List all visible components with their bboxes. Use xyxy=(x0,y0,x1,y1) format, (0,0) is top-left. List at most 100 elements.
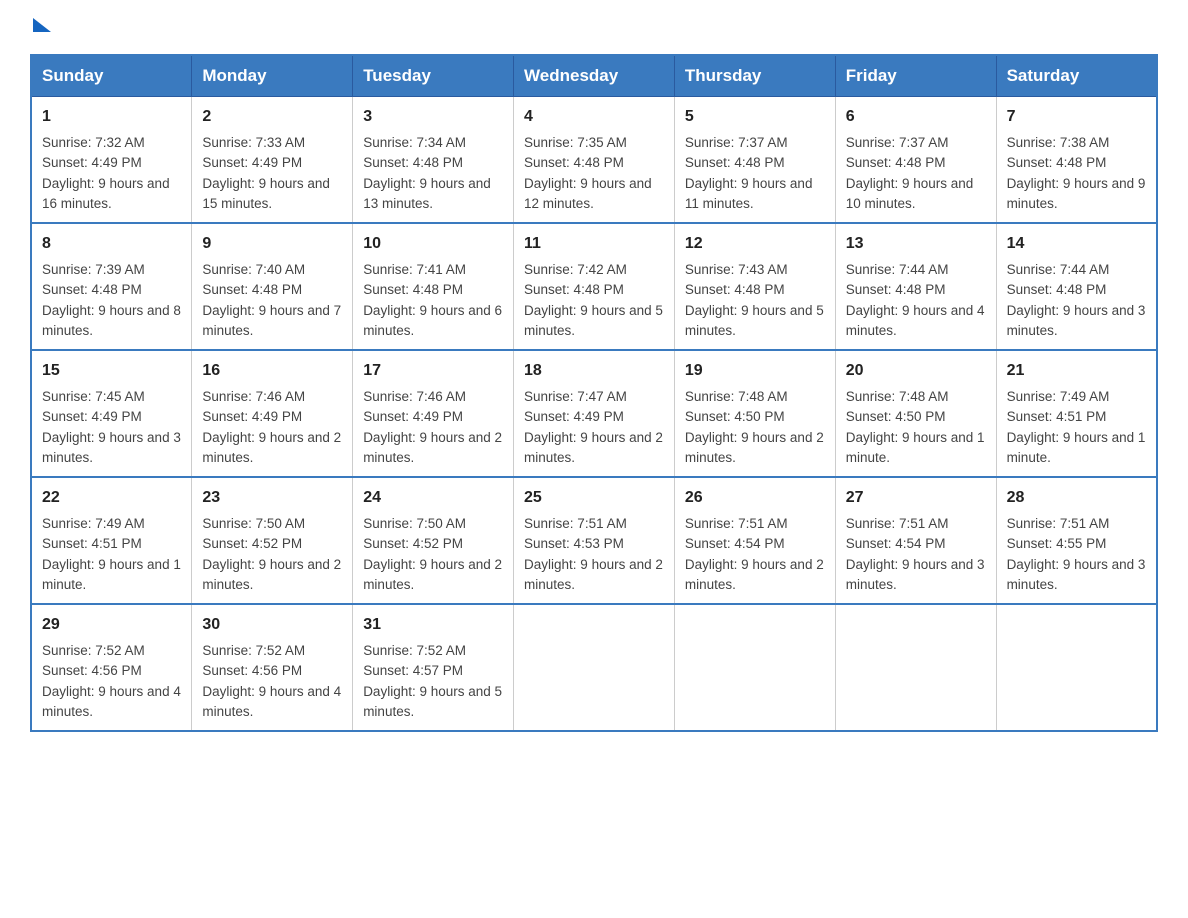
day-number: 24 xyxy=(363,486,503,510)
column-header-wednesday: Wednesday xyxy=(514,55,675,97)
day-info: Sunrise: 7:37 AMSunset: 4:48 PMDaylight:… xyxy=(685,135,813,211)
day-info: Sunrise: 7:52 AMSunset: 4:57 PMDaylight:… xyxy=(363,643,502,719)
day-number: 30 xyxy=(202,613,342,637)
column-header-thursday: Thursday xyxy=(674,55,835,97)
day-info: Sunrise: 7:51 AMSunset: 4:55 PMDaylight:… xyxy=(1007,516,1146,592)
day-number: 1 xyxy=(42,105,181,129)
day-number: 22 xyxy=(42,486,181,510)
day-info: Sunrise: 7:38 AMSunset: 4:48 PMDaylight:… xyxy=(1007,135,1146,211)
day-number: 20 xyxy=(846,359,986,383)
day-number: 15 xyxy=(42,359,181,383)
calendar-cell: 20 Sunrise: 7:48 AMSunset: 4:50 PMDaylig… xyxy=(835,350,996,477)
day-info: Sunrise: 7:33 AMSunset: 4:49 PMDaylight:… xyxy=(202,135,330,211)
calendar-cell: 27 Sunrise: 7:51 AMSunset: 4:54 PMDaylig… xyxy=(835,477,996,604)
day-number: 10 xyxy=(363,232,503,256)
calendar-cell: 6 Sunrise: 7:37 AMSunset: 4:48 PMDayligh… xyxy=(835,97,996,224)
calendar-cell xyxy=(514,604,675,731)
day-number: 6 xyxy=(846,105,986,129)
column-header-monday: Monday xyxy=(192,55,353,97)
day-number: 17 xyxy=(363,359,503,383)
calendar-week-row: 1 Sunrise: 7:32 AMSunset: 4:49 PMDayligh… xyxy=(31,97,1157,224)
column-header-sunday: Sunday xyxy=(31,55,192,97)
day-info: Sunrise: 7:46 AMSunset: 4:49 PMDaylight:… xyxy=(363,389,502,465)
calendar-cell: 8 Sunrise: 7:39 AMSunset: 4:48 PMDayligh… xyxy=(31,223,192,350)
calendar-header-row: SundayMondayTuesdayWednesdayThursdayFrid… xyxy=(31,55,1157,97)
day-info: Sunrise: 7:52 AMSunset: 4:56 PMDaylight:… xyxy=(202,643,341,719)
calendar-cell: 19 Sunrise: 7:48 AMSunset: 4:50 PMDaylig… xyxy=(674,350,835,477)
calendar-cell: 23 Sunrise: 7:50 AMSunset: 4:52 PMDaylig… xyxy=(192,477,353,604)
calendar-cell: 12 Sunrise: 7:43 AMSunset: 4:48 PMDaylig… xyxy=(674,223,835,350)
day-number: 5 xyxy=(685,105,825,129)
calendar-cell: 7 Sunrise: 7:38 AMSunset: 4:48 PMDayligh… xyxy=(996,97,1157,224)
calendar-cell: 5 Sunrise: 7:37 AMSunset: 4:48 PMDayligh… xyxy=(674,97,835,224)
day-number: 13 xyxy=(846,232,986,256)
day-info: Sunrise: 7:47 AMSunset: 4:49 PMDaylight:… xyxy=(524,389,663,465)
day-info: Sunrise: 7:41 AMSunset: 4:48 PMDaylight:… xyxy=(363,262,502,338)
day-info: Sunrise: 7:51 AMSunset: 4:54 PMDaylight:… xyxy=(685,516,824,592)
day-number: 26 xyxy=(685,486,825,510)
page-header xyxy=(30,20,1158,34)
calendar-week-row: 8 Sunrise: 7:39 AMSunset: 4:48 PMDayligh… xyxy=(31,223,1157,350)
logo xyxy=(30,20,51,34)
day-number: 21 xyxy=(1007,359,1146,383)
day-number: 3 xyxy=(363,105,503,129)
day-info: Sunrise: 7:45 AMSunset: 4:49 PMDaylight:… xyxy=(42,389,181,465)
day-info: Sunrise: 7:49 AMSunset: 4:51 PMDaylight:… xyxy=(42,516,181,592)
day-info: Sunrise: 7:46 AMSunset: 4:49 PMDaylight:… xyxy=(202,389,341,465)
calendar-cell: 29 Sunrise: 7:52 AMSunset: 4:56 PMDaylig… xyxy=(31,604,192,731)
day-info: Sunrise: 7:51 AMSunset: 4:53 PMDaylight:… xyxy=(524,516,663,592)
day-number: 28 xyxy=(1007,486,1146,510)
calendar-cell: 21 Sunrise: 7:49 AMSunset: 4:51 PMDaylig… xyxy=(996,350,1157,477)
calendar-cell: 17 Sunrise: 7:46 AMSunset: 4:49 PMDaylig… xyxy=(353,350,514,477)
calendar-cell: 30 Sunrise: 7:52 AMSunset: 4:56 PMDaylig… xyxy=(192,604,353,731)
day-info: Sunrise: 7:40 AMSunset: 4:48 PMDaylight:… xyxy=(202,262,341,338)
calendar-cell: 26 Sunrise: 7:51 AMSunset: 4:54 PMDaylig… xyxy=(674,477,835,604)
day-info: Sunrise: 7:50 AMSunset: 4:52 PMDaylight:… xyxy=(363,516,502,592)
day-number: 19 xyxy=(685,359,825,383)
calendar-cell: 22 Sunrise: 7:49 AMSunset: 4:51 PMDaylig… xyxy=(31,477,192,604)
calendar-cell: 1 Sunrise: 7:32 AMSunset: 4:49 PMDayligh… xyxy=(31,97,192,224)
day-number: 25 xyxy=(524,486,664,510)
calendar-cell: 9 Sunrise: 7:40 AMSunset: 4:48 PMDayligh… xyxy=(192,223,353,350)
day-number: 16 xyxy=(202,359,342,383)
day-info: Sunrise: 7:39 AMSunset: 4:48 PMDaylight:… xyxy=(42,262,181,338)
calendar-cell xyxy=(996,604,1157,731)
day-info: Sunrise: 7:49 AMSunset: 4:51 PMDaylight:… xyxy=(1007,389,1146,465)
calendar-cell: 28 Sunrise: 7:51 AMSunset: 4:55 PMDaylig… xyxy=(996,477,1157,604)
calendar-cell: 10 Sunrise: 7:41 AMSunset: 4:48 PMDaylig… xyxy=(353,223,514,350)
calendar-cell: 24 Sunrise: 7:50 AMSunset: 4:52 PMDaylig… xyxy=(353,477,514,604)
day-info: Sunrise: 7:42 AMSunset: 4:48 PMDaylight:… xyxy=(524,262,663,338)
day-info: Sunrise: 7:35 AMSunset: 4:48 PMDaylight:… xyxy=(524,135,652,211)
day-number: 18 xyxy=(524,359,664,383)
day-info: Sunrise: 7:44 AMSunset: 4:48 PMDaylight:… xyxy=(1007,262,1146,338)
calendar-cell: 11 Sunrise: 7:42 AMSunset: 4:48 PMDaylig… xyxy=(514,223,675,350)
day-number: 4 xyxy=(524,105,664,129)
column-header-tuesday: Tuesday xyxy=(353,55,514,97)
calendar-cell: 2 Sunrise: 7:33 AMSunset: 4:49 PMDayligh… xyxy=(192,97,353,224)
day-info: Sunrise: 7:32 AMSunset: 4:49 PMDaylight:… xyxy=(42,135,170,211)
calendar-cell: 25 Sunrise: 7:51 AMSunset: 4:53 PMDaylig… xyxy=(514,477,675,604)
day-number: 14 xyxy=(1007,232,1146,256)
day-info: Sunrise: 7:51 AMSunset: 4:54 PMDaylight:… xyxy=(846,516,985,592)
calendar-cell: 13 Sunrise: 7:44 AMSunset: 4:48 PMDaylig… xyxy=(835,223,996,350)
day-number: 29 xyxy=(42,613,181,637)
day-info: Sunrise: 7:37 AMSunset: 4:48 PMDaylight:… xyxy=(846,135,974,211)
calendar-cell xyxy=(835,604,996,731)
day-info: Sunrise: 7:50 AMSunset: 4:52 PMDaylight:… xyxy=(202,516,341,592)
day-number: 7 xyxy=(1007,105,1146,129)
day-number: 2 xyxy=(202,105,342,129)
day-info: Sunrise: 7:43 AMSunset: 4:48 PMDaylight:… xyxy=(685,262,824,338)
day-number: 27 xyxy=(846,486,986,510)
calendar-cell: 4 Sunrise: 7:35 AMSunset: 4:48 PMDayligh… xyxy=(514,97,675,224)
calendar-week-row: 22 Sunrise: 7:49 AMSunset: 4:51 PMDaylig… xyxy=(31,477,1157,604)
day-info: Sunrise: 7:48 AMSunset: 4:50 PMDaylight:… xyxy=(685,389,824,465)
calendar-cell: 31 Sunrise: 7:52 AMSunset: 4:57 PMDaylig… xyxy=(353,604,514,731)
day-number: 8 xyxy=(42,232,181,256)
day-number: 23 xyxy=(202,486,342,510)
calendar-week-row: 15 Sunrise: 7:45 AMSunset: 4:49 PMDaylig… xyxy=(31,350,1157,477)
day-number: 12 xyxy=(685,232,825,256)
logo-arrow-icon xyxy=(33,18,51,32)
calendar-cell: 14 Sunrise: 7:44 AMSunset: 4:48 PMDaylig… xyxy=(996,223,1157,350)
column-header-saturday: Saturday xyxy=(996,55,1157,97)
calendar-cell: 16 Sunrise: 7:46 AMSunset: 4:49 PMDaylig… xyxy=(192,350,353,477)
